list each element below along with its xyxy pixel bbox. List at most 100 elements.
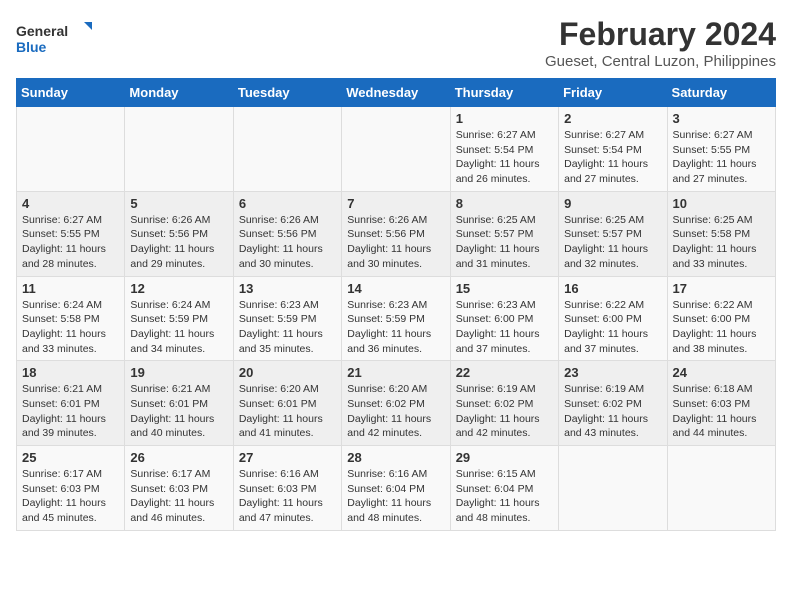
day-number: 13 [239,281,336,296]
day-info: Sunrise: 6:20 AM Sunset: 6:02 PM Dayligh… [347,382,444,441]
calendar-cell: 22 Sunrise: 6:19 AM Sunset: 6:02 PM Dayli… [450,361,558,446]
calendar-cell: 1 Sunrise: 6:27 AM Sunset: 5:54 PM Daylig… [450,107,558,192]
calendar-cell: 6Sunrise: 6:26 AM Sunset: 5:56 PM Daylig… [233,191,341,276]
calendar-cell [17,107,125,192]
calendar-table: SundayMondayTuesdayWednesdayThursdayFrid… [16,78,776,531]
header-friday: Friday [559,79,667,107]
calendar-cell: 10Sunrise: 6:25 AM Sunset: 5:58 PM Dayli… [667,191,775,276]
day-info: Sunrise: 6:27 AM Sunset: 5:54 PM Dayligh… [564,128,661,187]
day-number: 5 [130,196,227,211]
calendar-cell: 5 Sunrise: 6:26 AM Sunset: 5:56 PM Daylig… [125,191,233,276]
calendar-cell [342,107,450,192]
day-number: 7 [347,196,444,211]
calendar-cell: 7 Sunrise: 6:26 AM Sunset: 5:56 PM Daylig… [342,191,450,276]
calendar-cell [125,107,233,192]
day-info: Sunrise: 6:19 AM Sunset: 6:02 PM Dayligh… [456,382,553,441]
header-wednesday: Wednesday [342,79,450,107]
day-number: 3 [673,111,770,126]
day-number: 2 [564,111,661,126]
calendar-cell: 8 Sunrise: 6:25 AM Sunset: 5:57 PM Daylig… [450,191,558,276]
day-number: 26 [130,450,227,465]
day-info: Sunrise: 6:16 AM Sunset: 6:04 PM Dayligh… [347,467,444,526]
day-info: Sunrise: 6:22 AM Sunset: 6:00 PM Dayligh… [673,298,770,357]
day-info: Sunrise: 6:23 AM Sunset: 6:00 PM Dayligh… [456,298,553,357]
calendar-cell: 15 Sunrise: 6:23 AM Sunset: 6:00 PM Dayli… [450,276,558,361]
day-number: 12 [130,281,227,296]
svg-text:Blue: Blue [16,39,47,55]
calendar-week-row: 25 Sunrise: 6:17 AM Sunset: 6:03 PM Dayli… [17,446,776,531]
day-number: 24 [673,365,770,380]
calendar-cell: 25 Sunrise: 6:17 AM Sunset: 6:03 PM Dayli… [17,446,125,531]
header-tuesday: Tuesday [233,79,341,107]
calendar-cell: 29 Sunrise: 6:15 AM Sunset: 6:04 PM Dayli… [450,446,558,531]
day-number: 8 [456,196,553,211]
day-info: Sunrise: 6:25 AM Sunset: 5:57 PM Dayligh… [456,213,553,272]
calendar-cell: 11Sunrise: 6:24 AM Sunset: 5:58 PM Dayli… [17,276,125,361]
day-info: Sunrise: 6:17 AM Sunset: 6:03 PM Dayligh… [22,467,119,526]
calendar-week-row: 18 Sunrise: 6:21 AM Sunset: 6:01 PM Dayli… [17,361,776,446]
logo: General Blue [16,20,96,56]
calendar-cell: 13Sunrise: 6:23 AM Sunset: 5:59 PM Dayli… [233,276,341,361]
day-info: Sunrise: 6:18 AM Sunset: 6:03 PM Dayligh… [673,382,770,441]
calendar-cell [667,446,775,531]
day-info: Sunrise: 6:25 AM Sunset: 5:57 PM Dayligh… [564,213,661,272]
day-number: 27 [239,450,336,465]
day-number: 22 [456,365,553,380]
day-number: 1 [456,111,553,126]
day-number: 20 [239,365,336,380]
calendar-week-row: 1 Sunrise: 6:27 AM Sunset: 5:54 PM Daylig… [17,107,776,192]
calendar-cell: 4Sunrise: 6:27 AM Sunset: 5:55 PM Daylig… [17,191,125,276]
calendar-cell: 17 Sunrise: 6:22 AM Sunset: 6:00 PM Dayli… [667,276,775,361]
day-number: 14 [347,281,444,296]
day-info: Sunrise: 6:27 AM Sunset: 5:54 PM Dayligh… [456,128,553,187]
day-number: 29 [456,450,553,465]
calendar-cell: 16Sunrise: 6:22 AM Sunset: 6:00 PM Dayli… [559,276,667,361]
calendar-header-row: SundayMondayTuesdayWednesdayThursdayFrid… [17,79,776,107]
calendar-cell: 20 Sunrise: 6:20 AM Sunset: 6:01 PM Dayli… [233,361,341,446]
day-info: Sunrise: 6:27 AM Sunset: 5:55 PM Dayligh… [673,128,770,187]
day-info: Sunrise: 6:21 AM Sunset: 6:01 PM Dayligh… [130,382,227,441]
calendar-cell [559,446,667,531]
day-number: 10 [673,196,770,211]
day-number: 21 [347,365,444,380]
calendar-cell: 2 Sunrise: 6:27 AM Sunset: 5:54 PM Daylig… [559,107,667,192]
day-number: 19 [130,365,227,380]
calendar-cell: 12 Sunrise: 6:24 AM Sunset: 5:59 PM Dayli… [125,276,233,361]
header-saturday: Saturday [667,79,775,107]
page-subtitle: Gueset, Central Luzon, Philippines [545,53,776,70]
day-number: 17 [673,281,770,296]
calendar-cell: 24 Sunrise: 6:18 AM Sunset: 6:03 PM Dayli… [667,361,775,446]
day-info: Sunrise: 6:21 AM Sunset: 6:01 PM Dayligh… [22,382,119,441]
day-info: Sunrise: 6:27 AM Sunset: 5:55 PM Dayligh… [22,213,119,272]
day-number: 18 [22,365,119,380]
day-info: Sunrise: 6:20 AM Sunset: 6:01 PM Dayligh… [239,382,336,441]
calendar-week-row: 4Sunrise: 6:27 AM Sunset: 5:55 PM Daylig… [17,191,776,276]
page-title: February 2024 [545,16,776,53]
day-number: 25 [22,450,119,465]
svg-text:General: General [16,23,68,39]
calendar-cell: 19 Sunrise: 6:21 AM Sunset: 6:01 PM Dayli… [125,361,233,446]
day-number: 9 [564,196,661,211]
title-section: February 2024 Gueset, Central Luzon, Phi… [545,16,776,70]
day-info: Sunrise: 6:26 AM Sunset: 5:56 PM Dayligh… [347,213,444,272]
header-thursday: Thursday [450,79,558,107]
calendar-cell: 26 Sunrise: 6:17 AM Sunset: 6:03 PM Dayli… [125,446,233,531]
page-header: General Blue February 2024 Gueset, Centr… [16,16,776,70]
day-info: Sunrise: 6:26 AM Sunset: 5:56 PM Dayligh… [239,213,336,272]
day-info: Sunrise: 6:17 AM Sunset: 6:03 PM Dayligh… [130,467,227,526]
day-number: 28 [347,450,444,465]
day-info: Sunrise: 6:19 AM Sunset: 6:02 PM Dayligh… [564,382,661,441]
calendar-cell: 3 Sunrise: 6:27 AM Sunset: 5:55 PM Daylig… [667,107,775,192]
calendar-cell [233,107,341,192]
header-monday: Monday [125,79,233,107]
day-number: 15 [456,281,553,296]
logo-icon: General Blue [16,20,96,56]
day-info: Sunrise: 6:26 AM Sunset: 5:56 PM Dayligh… [130,213,227,272]
calendar-cell: 21 Sunrise: 6:20 AM Sunset: 6:02 PM Dayli… [342,361,450,446]
calendar-cell: 9 Sunrise: 6:25 AM Sunset: 5:57 PM Daylig… [559,191,667,276]
day-info: Sunrise: 6:23 AM Sunset: 5:59 PM Dayligh… [347,298,444,357]
day-info: Sunrise: 6:24 AM Sunset: 5:59 PM Dayligh… [130,298,227,357]
day-info: Sunrise: 6:24 AM Sunset: 5:58 PM Dayligh… [22,298,119,357]
calendar-cell: 23Sunrise: 6:19 AM Sunset: 6:02 PM Dayli… [559,361,667,446]
day-info: Sunrise: 6:15 AM Sunset: 6:04 PM Dayligh… [456,467,553,526]
